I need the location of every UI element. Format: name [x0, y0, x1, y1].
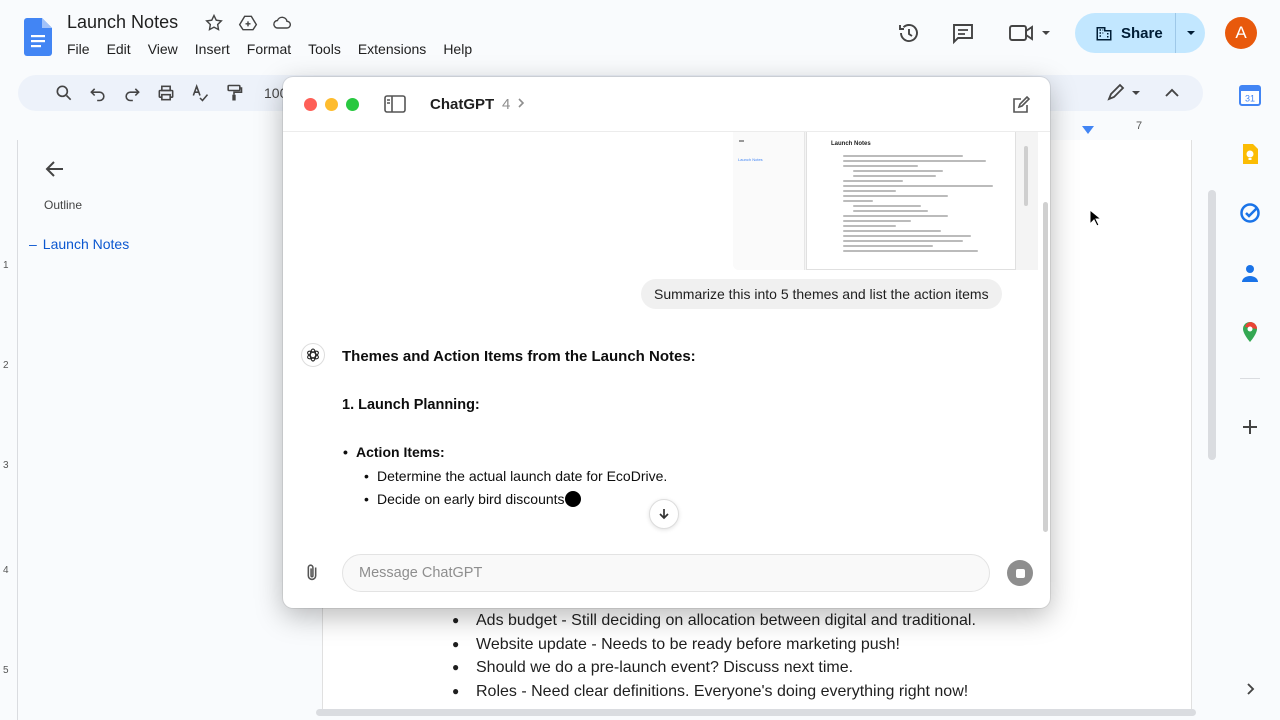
thumbnail-page: Launch Notes [806, 132, 1016, 270]
menu-extensions[interactable]: Extensions [358, 41, 434, 57]
menu-bar: File Edit View Insert Format Tools Exten… [67, 41, 489, 57]
stop-generating-button[interactable] [1007, 560, 1033, 586]
response-heading: Themes and Action Items from the Launch … [342, 348, 696, 365]
model-selector[interactable]: 4 [502, 96, 525, 113]
chat-app-name[interactable]: ChatGPT [430, 96, 494, 113]
hide-menus-chevron-icon[interactable] [1162, 83, 1182, 103]
action-item: Decide on early bird discounts [364, 491, 581, 507]
contacts-icon[interactable] [1239, 262, 1261, 284]
menu-format[interactable]: Format [247, 41, 299, 57]
stop-icon [1015, 568, 1025, 578]
document-vertical-scrollbar[interactable] [1208, 190, 1216, 460]
vertical-ruler: 1 2 3 4 5 [0, 140, 18, 720]
document-bullet[interactable]: Roles - Need clear definitions. Everyone… [452, 680, 976, 704]
docs-header: Launch Notes File Edit View Insert Forma… [0, 0, 1280, 72]
action-items-label: Action Items: [343, 444, 445, 460]
keep-icon[interactable] [1239, 143, 1261, 165]
thumbnail-scrollbar [1024, 146, 1028, 206]
thumbnail-outline-item: Launch Notes [738, 157, 763, 162]
paint-format-icon[interactable] [224, 83, 244, 103]
search-menus-icon[interactable] [54, 83, 74, 103]
zoom-window-button[interactable] [346, 98, 359, 111]
new-chat-icon[interactable] [1011, 95, 1031, 115]
sidebar-toggle-icon[interactable] [384, 95, 406, 113]
thumbnail-back-arrow [739, 140, 744, 142]
back-arrow-icon[interactable] [45, 160, 65, 178]
outline-heading: Outline [44, 198, 83, 212]
calendar-icon[interactable]: 31 [1239, 84, 1261, 106]
ruler-mark: 2 [3, 360, 9, 371]
ruler-mark: 4 [3, 565, 9, 576]
action-item-text: Decide on early bird discounts [377, 491, 565, 507]
version-history-icon[interactable] [897, 21, 921, 45]
comments-icon[interactable] [951, 21, 975, 45]
ruler-mark: 1 [3, 260, 9, 271]
menu-tools[interactable]: Tools [308, 41, 349, 57]
docs-logo-icon[interactable] [24, 18, 52, 56]
share-dropdown[interactable] [1175, 13, 1205, 53]
print-icon[interactable] [156, 83, 176, 103]
add-addon-icon[interactable] [1239, 416, 1261, 438]
document-bullet[interactable]: Ads budget - Still deciding on allocatio… [452, 609, 976, 633]
menu-help[interactable]: Help [443, 41, 480, 57]
side-panel-divider [1240, 378, 1260, 379]
spellcheck-icon[interactable] [190, 83, 210, 103]
account-avatar[interactable]: A [1225, 17, 1257, 49]
expand-side-panel-icon[interactable] [1243, 682, 1257, 696]
thumbnail-title: Launch Notes [831, 141, 871, 147]
chevron-right-icon [517, 98, 524, 108]
outline-item-launch-notes[interactable]: – Launch Notes [29, 236, 129, 252]
indent-marker-icon[interactable] [1082, 126, 1094, 136]
svg-text:31: 31 [1245, 94, 1255, 104]
menu-file[interactable]: File [67, 41, 98, 57]
outline-item-label: Launch Notes [42, 236, 130, 252]
ruler-mark: 3 [3, 460, 9, 471]
share-label: Share [1121, 24, 1163, 42]
ruler-mark: 7 [1136, 120, 1143, 132]
undo-icon[interactable] [88, 83, 108, 103]
outline-marker: – [29, 236, 37, 252]
ruler-mark: 5 [3, 665, 9, 676]
thumbnail-outline-pane: Launch Notes [733, 132, 805, 270]
meet-icon[interactable] [1008, 21, 1052, 45]
menu-view[interactable]: View [148, 41, 186, 57]
user-message: Summarize this into 5 themes and list th… [641, 279, 1002, 309]
chatgpt-titlebar: ChatGPT 4 [283, 77, 1050, 132]
minimize-window-button[interactable] [325, 98, 338, 111]
model-version: 4 [502, 96, 511, 113]
horizontal-ruler: 7 [1050, 120, 1200, 138]
tasks-icon[interactable] [1239, 202, 1261, 224]
message-input[interactable] [342, 554, 990, 592]
chat-scrollbar[interactable] [1043, 202, 1048, 532]
attached-screenshot[interactable]: Launch Notes Launch Notes [733, 132, 1038, 270]
maps-icon[interactable] [1239, 321, 1261, 343]
building-icon [1096, 27, 1112, 41]
chatgpt-logo-icon [301, 343, 325, 367]
paperclip-icon[interactable] [301, 562, 323, 584]
menu-insert[interactable]: Insert [195, 41, 238, 57]
cloud-saved-icon[interactable] [272, 13, 292, 33]
document-title[interactable]: Launch Notes [67, 12, 178, 33]
streaming-cursor [564, 491, 581, 507]
move-to-drive-icon[interactable] [238, 13, 258, 33]
side-panel: 31 [1222, 72, 1280, 720]
share-button[interactable]: Share [1075, 13, 1205, 53]
action-item: Determine the actual launch date for Eco… [364, 468, 667, 484]
document-bullet-list: Ads budget - Still deciding on allocatio… [452, 609, 976, 703]
document-horizontal-scrollbar[interactable] [316, 709, 1196, 716]
document-bullet[interactable]: Website update - Needs to be ready befor… [452, 633, 976, 657]
star-icon[interactable] [204, 13, 224, 33]
redo-icon[interactable] [122, 83, 142, 103]
editing-mode-icon[interactable] [1106, 83, 1146, 103]
close-window-button[interactable] [304, 98, 317, 111]
document-bullet[interactable]: Should we do a pre-launch event? Discuss… [452, 656, 976, 680]
scroll-to-bottom-button[interactable] [649, 499, 679, 529]
mouse-pointer-icon [1089, 209, 1101, 227]
response-section-title: 1. Launch Planning: [342, 397, 480, 413]
chatgpt-window: ChatGPT 4 Launch Notes Launch Notes Summ… [283, 77, 1050, 608]
menu-edit[interactable]: Edit [107, 41, 139, 57]
arrow-down-icon [659, 509, 669, 520]
caret-down-icon [1186, 31, 1195, 35]
